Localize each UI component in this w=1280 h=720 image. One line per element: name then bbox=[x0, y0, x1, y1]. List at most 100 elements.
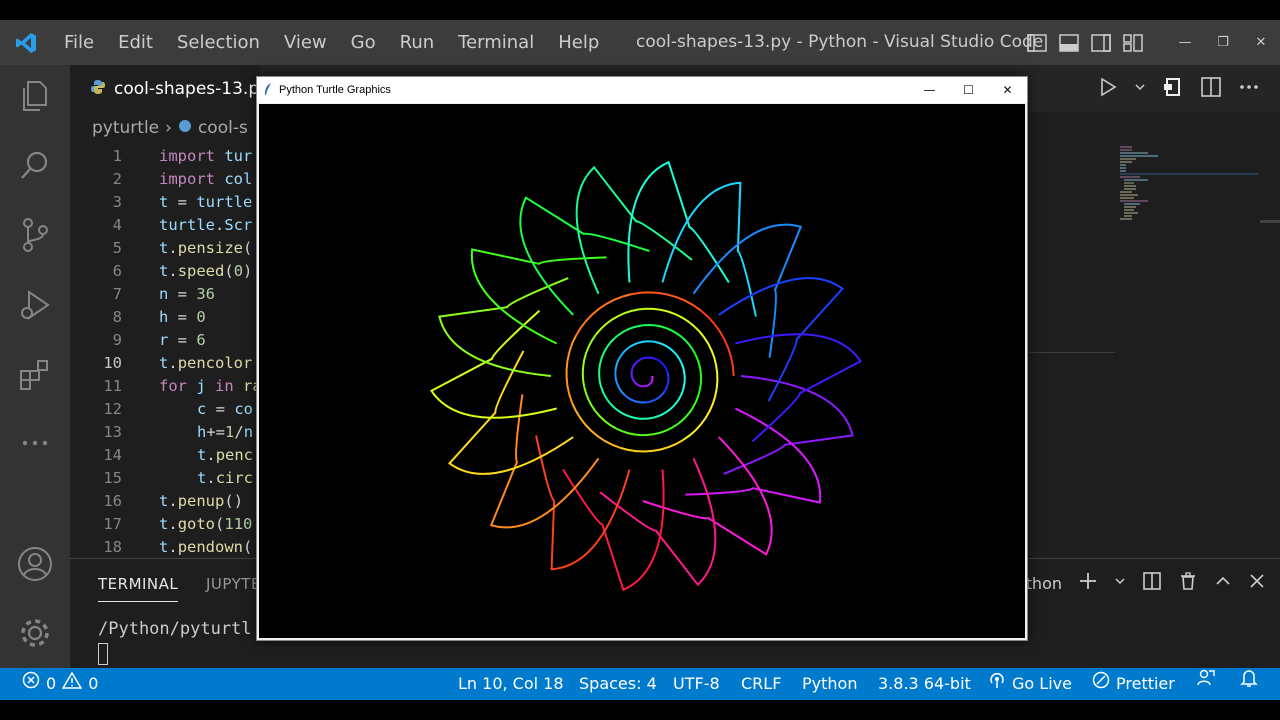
toggle-primary-sidebar-icon[interactable] bbox=[1026, 33, 1048, 53]
letterbox-top bbox=[0, 0, 1280, 20]
menu-go[interactable]: Go bbox=[339, 20, 388, 65]
restore-icon[interactable]: ❐ bbox=[1204, 35, 1242, 50]
indentation[interactable]: Spaces: 4 bbox=[579, 668, 657, 700]
spiral-segment bbox=[623, 393, 647, 404]
new-terminal-plus-icon[interactable] bbox=[1078, 571, 1098, 595]
prettier-button[interactable]: Prettier bbox=[1092, 668, 1175, 700]
go-live-label: Go Live bbox=[1012, 674, 1072, 693]
encoding[interactable]: UTF-8 bbox=[673, 668, 720, 700]
turtle-drawing bbox=[430, 160, 862, 592]
customize-layout-icon[interactable] bbox=[1122, 33, 1144, 53]
search-icon[interactable] bbox=[0, 140, 70, 190]
spiral-segment bbox=[565, 335, 577, 404]
menu-bar: File Edit Selection View Go Run Terminal… bbox=[52, 20, 611, 65]
warning-icon bbox=[61, 668, 83, 700]
letterbox-bottom bbox=[0, 700, 1280, 720]
tab-label: cool-shapes-13.p bbox=[114, 78, 260, 99]
kill-terminal-trash-icon[interactable] bbox=[1178, 571, 1198, 595]
spiral-segment bbox=[639, 356, 657, 361]
turtle-maximize-icon[interactable]: ☐ bbox=[949, 77, 988, 103]
python-interpreter[interactable]: 3.8.3 64-bit bbox=[878, 668, 971, 700]
layout-controls bbox=[1026, 20, 1144, 65]
spiral-segment bbox=[644, 381, 653, 388]
menu-help[interactable]: Help bbox=[546, 20, 611, 65]
spike-shape bbox=[562, 468, 665, 592]
problems-indicator[interactable]: 0 0 bbox=[22, 668, 98, 700]
toggle-panel-icon[interactable] bbox=[1058, 33, 1080, 53]
menu-edit[interactable]: Edit bbox=[106, 20, 165, 65]
terminal-cursor bbox=[98, 643, 108, 665]
menu-selection[interactable]: Selection bbox=[165, 20, 272, 65]
spiral-segment bbox=[663, 371, 670, 393]
spike-shape bbox=[575, 165, 693, 295]
language-mode[interactable]: Python bbox=[802, 668, 857, 700]
spiral-segment bbox=[615, 427, 667, 437]
run-python-file-icon[interactable] bbox=[1098, 77, 1118, 101]
more-actions-icon[interactable] bbox=[1238, 76, 1260, 102]
breadcrumb-folder[interactable]: pyturtle bbox=[92, 118, 159, 138]
accounts-icon[interactable] bbox=[0, 539, 70, 589]
tab-jupyter[interactable]: JUPYTE bbox=[206, 575, 261, 593]
line-number: 17 bbox=[103, 515, 122, 533]
breadcrumb-file[interactable]: cool-s bbox=[198, 118, 248, 138]
run-dropdown-chevron-icon[interactable] bbox=[1134, 77, 1146, 101]
spiral-segment bbox=[583, 386, 617, 430]
end-of-line[interactable]: CRLF bbox=[741, 668, 781, 700]
spiral-segment bbox=[613, 323, 655, 340]
line-number: 8 bbox=[112, 308, 122, 326]
spiral-segment bbox=[595, 307, 647, 335]
spiral-segment bbox=[616, 409, 654, 420]
activity-bar bbox=[0, 65, 70, 668]
turtle-canvas[interactable] bbox=[259, 104, 1025, 638]
line-number: 16 bbox=[103, 492, 122, 510]
turtle-close-icon[interactable]: ✕ bbox=[988, 77, 1027, 103]
spiral-segment bbox=[630, 358, 641, 372]
go-live-button[interactable]: Go Live bbox=[988, 668, 1072, 700]
maximize-panel-chevron-up-icon[interactable] bbox=[1214, 571, 1232, 595]
close-panel-icon[interactable] bbox=[1248, 571, 1266, 595]
editor-actions bbox=[1098, 65, 1260, 112]
line-number: 3 bbox=[112, 193, 122, 211]
window-controls: — ❐ ✕ bbox=[1166, 20, 1280, 65]
window-title: cool-shapes-13.py - Python - Visual Stud… bbox=[636, 32, 1044, 52]
line-number: 7 bbox=[112, 285, 122, 303]
turtle-minimize-icon[interactable]: — bbox=[910, 77, 949, 103]
breadcrumb: pyturtle › cool-s bbox=[92, 118, 248, 138]
tab-cool-shapes[interactable]: cool-shapes-13.p bbox=[70, 65, 260, 112]
tab-terminal[interactable]: TERMINAL bbox=[98, 575, 179, 602]
split-editor-icon[interactable] bbox=[1200, 76, 1222, 102]
spiral-segment bbox=[628, 340, 659, 349]
toggle-secondary-sidebar-icon[interactable] bbox=[1090, 33, 1112, 53]
split-terminal-icon[interactable] bbox=[1142, 571, 1162, 595]
python-file-icon bbox=[90, 79, 106, 99]
scrollbar-indicator[interactable] bbox=[1260, 220, 1280, 223]
title-bar: File Edit Selection View Go Run Terminal… bbox=[0, 20, 1280, 65]
spiral-segment bbox=[598, 375, 618, 411]
menu-run[interactable]: Run bbox=[388, 20, 447, 65]
run-debug-icon[interactable] bbox=[0, 280, 70, 330]
extensions-icon[interactable] bbox=[0, 350, 70, 400]
prettier-check-icon bbox=[1092, 668, 1110, 700]
open-changes-icon[interactable] bbox=[1162, 76, 1184, 102]
cursor-position[interactable]: Ln 10, Col 18 bbox=[458, 668, 564, 700]
line-number: 11 bbox=[103, 377, 122, 395]
menu-terminal[interactable]: Terminal bbox=[446, 20, 546, 65]
notifications-bell-icon[interactable] bbox=[1240, 668, 1258, 688]
error-icon bbox=[22, 668, 40, 700]
minimize-icon[interactable]: — bbox=[1166, 35, 1204, 50]
spiral-segment bbox=[619, 439, 684, 453]
menu-file[interactable]: File bbox=[52, 20, 106, 65]
line-number: 4 bbox=[112, 216, 122, 234]
menu-view[interactable]: View bbox=[272, 20, 339, 65]
explorer-icon[interactable] bbox=[0, 71, 70, 121]
source-control-icon[interactable] bbox=[0, 210, 70, 260]
terminal-dropdown-chevron-icon[interactable] bbox=[1114, 571, 1126, 595]
close-icon[interactable]: ✕ bbox=[1242, 35, 1280, 50]
manage-gear-icon[interactable] bbox=[0, 608, 70, 658]
feedback-icon[interactable] bbox=[1196, 668, 1216, 688]
line-number: 9 bbox=[112, 331, 122, 349]
turtle-title-bar[interactable]: Python Turtle Graphics — ☐ ✕ bbox=[257, 77, 1027, 103]
more-icon[interactable] bbox=[0, 418, 70, 468]
turtle-graphics-window[interactable]: Python Turtle Graphics — ☐ ✕ bbox=[256, 76, 1028, 641]
minimap[interactable] bbox=[1118, 145, 1268, 235]
